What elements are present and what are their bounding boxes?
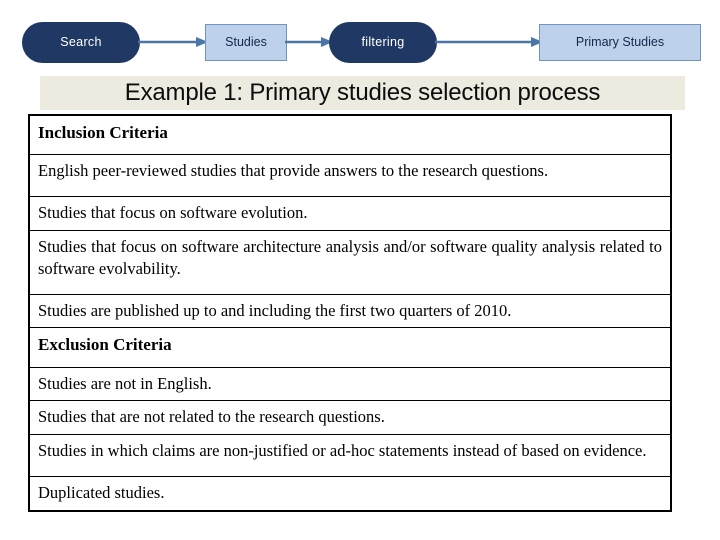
arrow-right-icon-studies-to-filtering (285, 37, 333, 47)
flow-node-search[interactable]: Search (22, 22, 140, 63)
title-banner: Example 1: Primary studies selection pro… (40, 76, 685, 110)
arrow-right-icon-filtering-to-primary-studies (435, 37, 543, 47)
arrow-right-icon-search-to-studies (138, 37, 208, 47)
flow-node-filtering[interactable]: filtering (329, 22, 437, 63)
table-row-header-exclusion: Exclusion Criteria (30, 328, 670, 368)
table-row: Studies are not in English. (30, 368, 670, 402)
criteria-table: Inclusion Criteria English peer-reviewed… (28, 114, 672, 512)
flow-node-primary-studies-label: Primary Studies (575, 34, 665, 49)
flow-node-filtering-label: filtering (361, 34, 405, 49)
flow-node-search-label: Search (60, 34, 102, 49)
table-row: English peer-reviewed studies that provi… (30, 155, 670, 198)
flow-node-studies[interactable]: Studies (205, 24, 287, 61)
table-row-header-inclusion: Inclusion Criteria (30, 116, 670, 156)
flow-node-studies-label: Studies (225, 34, 267, 49)
table-row: Studies are published up to and includin… (30, 295, 670, 329)
table-row: Studies that are not related to the rese… (30, 401, 670, 436)
page-title: Example 1: Primary studies selection pro… (124, 79, 601, 106)
flow-node-primary-studies[interactable]: Primary Studies (539, 24, 701, 61)
table-row: Studies that focus on software evolution… (30, 197, 670, 231)
table-row: Duplicated studies. (38, 483, 165, 502)
table-row: Studies that focus on software architect… (30, 231, 670, 295)
table-row: Studies in which claims are non-justifie… (30, 435, 670, 477)
process-flow-diagram: Search Studies filtering Primary Studies (0, 0, 720, 76)
